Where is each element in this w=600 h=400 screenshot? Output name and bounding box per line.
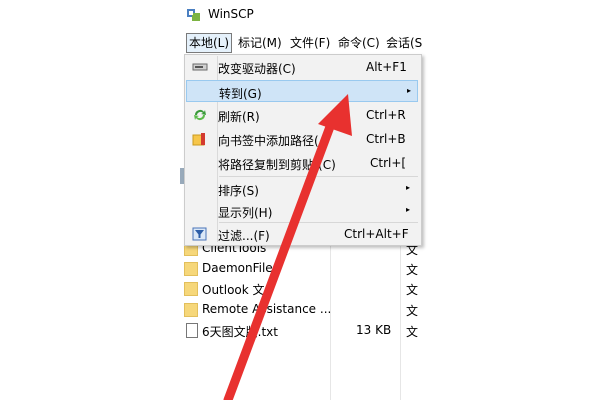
annotation-arrow	[223, 94, 352, 400]
arrow-shaft	[223, 111, 339, 400]
arrowhead-icon	[318, 94, 352, 136]
